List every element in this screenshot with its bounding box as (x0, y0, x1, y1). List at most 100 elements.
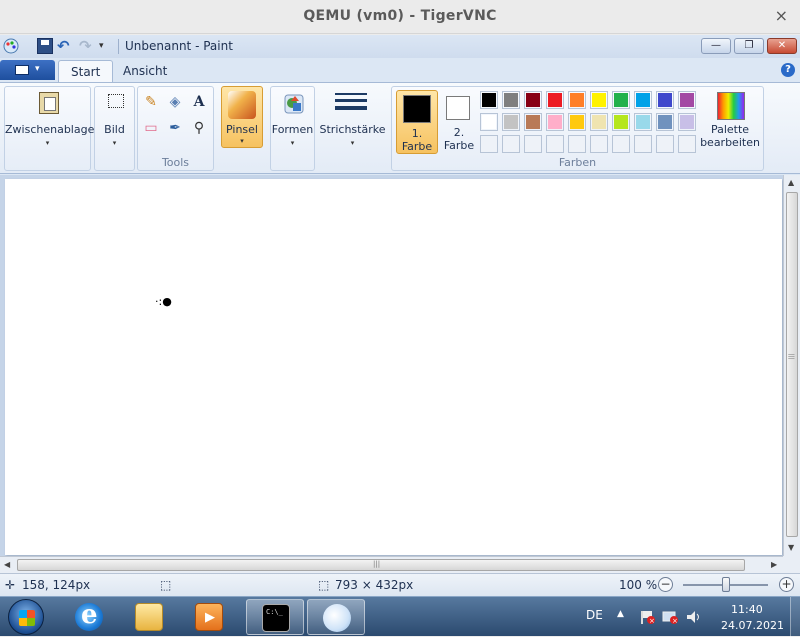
palette-color-swatch[interactable] (634, 113, 652, 131)
scroll-corner (783, 556, 800, 573)
clock-date[interactable]: 24.07.2021 (721, 619, 784, 632)
color-picker-icon[interactable]: ✒ (165, 118, 185, 138)
minimize-button[interactable]: — (701, 38, 731, 54)
color2-button[interactable]: 2. Farbe (438, 90, 480, 154)
clock-time[interactable]: 11:40 (731, 603, 763, 616)
palette-empty-slot[interactable] (678, 135, 696, 153)
restore-button[interactable]: ❐ (734, 38, 764, 54)
vnc-close-button[interactable]: × (775, 6, 788, 25)
taskbar-internet-explorer[interactable] (60, 599, 118, 635)
palette-color-swatch[interactable] (480, 113, 498, 131)
zoom-slider-thumb[interactable] (722, 577, 730, 592)
palette-empty-slot[interactable] (546, 135, 564, 153)
palette-color-swatch[interactable] (590, 113, 608, 131)
edit-palette-label-line2: bearbeiten (700, 136, 760, 149)
qat-customize-icon[interactable]: ▾ (99, 38, 115, 54)
palette-empty-slot[interactable] (480, 135, 498, 153)
pencil-icon[interactable]: ✎ (141, 92, 161, 112)
network-icon[interactable]: × (662, 609, 678, 625)
volume-icon[interactable] (686, 609, 702, 623)
show-desktop-button[interactable] (790, 597, 800, 637)
clipboard-icon (39, 92, 59, 114)
palette-color-swatch[interactable] (546, 91, 564, 109)
edit-colors-icon (717, 92, 745, 120)
palette-color-swatch[interactable] (634, 91, 652, 109)
horizontal-scrollbar[interactable]: ◀ ||| ▶ (0, 556, 783, 573)
palette-empty-slot[interactable] (568, 135, 586, 153)
palette-color-swatch[interactable] (480, 91, 498, 109)
taskbar-explorer[interactable] (120, 599, 178, 635)
chevron-down-icon: ▾ (112, 139, 117, 147)
scroll-down-icon[interactable]: ▼ (788, 543, 794, 552)
paint-app-icon[interactable] (3, 38, 19, 54)
vnc-title-bar: QEMU (vm0) - TigerVNC × (0, 0, 800, 34)
action-center-flag-icon[interactable]: × (639, 609, 655, 625)
magnifier-icon[interactable]: ⚲ (189, 118, 209, 138)
edit-palette-label-line1: Palette (710, 123, 750, 136)
drawing-canvas[interactable]: ·:● (5, 179, 782, 555)
horizontal-scroll-thumb[interactable]: ||| (17, 559, 745, 571)
brush-label: Pinsel (226, 123, 258, 136)
palette-empty-slot[interactable] (612, 135, 630, 153)
stroke-width-button[interactable]: Strichstärke ▾ (317, 86, 388, 171)
clipboard-group[interactable]: Zwischenablage ▾ (4, 86, 94, 171)
palette-empty-slot[interactable] (656, 135, 674, 153)
redo-icon[interactable]: ↷ (79, 38, 95, 54)
vertical-scroll-thumb[interactable]: ||| (786, 192, 798, 537)
text-icon[interactable]: A (189, 92, 209, 112)
zoom-out-button[interactable]: − (658, 577, 673, 592)
help-icon[interactable]: ? (781, 63, 795, 77)
palette-empty-slot[interactable] (502, 135, 520, 153)
shapes-group[interactable]: Formen ▾ (270, 86, 315, 171)
color1-button[interactable]: 1. Farbe (396, 90, 438, 154)
palette-color-swatch[interactable] (524, 91, 542, 109)
palette-color-swatch[interactable] (524, 113, 542, 131)
palette-color-swatch[interactable] (502, 113, 520, 131)
fill-icon[interactable]: ◈ (165, 92, 185, 112)
brush-button[interactable]: Pinsel ▾ (221, 86, 263, 148)
scroll-up-icon[interactable]: ▲ (788, 178, 794, 187)
palette-color-swatch[interactable] (612, 91, 630, 109)
palette-color-swatch[interactable] (568, 113, 586, 131)
close-button[interactable]: ✕ (767, 38, 797, 54)
taskbar-command-prompt[interactable] (246, 599, 304, 635)
palette-color-swatch[interactable] (678, 91, 696, 109)
ribbon-tabs: ▾ Start Ansicht ? (0, 58, 800, 83)
canvas-size-icon: ⬚ (318, 578, 330, 592)
palette-color-swatch[interactable] (612, 113, 630, 131)
palette-color-swatch[interactable] (656, 91, 674, 109)
palette-empty-slot[interactable] (524, 135, 542, 153)
undo-icon[interactable]: ↶ (57, 38, 73, 54)
zoom-in-button[interactable]: + (779, 577, 794, 592)
selection-size-icon: ⬚ (160, 578, 172, 592)
palette-color-swatch[interactable] (546, 113, 564, 131)
taskbar-paint[interactable] (307, 599, 365, 635)
palette-color-swatch[interactable] (678, 113, 696, 131)
command-prompt-icon (262, 604, 290, 632)
scroll-right-icon[interactable]: ▶ (771, 560, 777, 569)
palette-color-swatch[interactable] (590, 91, 608, 109)
palette-color-swatch[interactable] (656, 113, 674, 131)
tab-start[interactable]: Start (58, 60, 114, 83)
canvas-size: 793 × 432px (335, 578, 414, 592)
palette-color-swatch[interactable] (502, 91, 520, 109)
palette-empty-slot[interactable] (634, 135, 652, 153)
palette-color-swatch[interactable] (568, 91, 586, 109)
show-hidden-icons-icon[interactable]: ▲ (617, 609, 624, 619)
image-group[interactable]: Bild ▾ (94, 86, 135, 171)
color1-label-line2: Farbe (401, 140, 433, 153)
file-menu-button[interactable]: ▾ (0, 60, 55, 80)
tab-ansicht[interactable]: Ansicht (111, 60, 179, 82)
chevron-down-icon: ▾ (45, 139, 50, 147)
grip-icon: ||| (787, 353, 795, 360)
vertical-scrollbar[interactable]: ▲ ||| ▼ (783, 175, 800, 556)
internet-explorer-icon (75, 600, 103, 631)
eraser-icon[interactable]: ▭ (141, 118, 161, 138)
start-button[interactable] (8, 599, 44, 635)
language-indicator[interactable]: DE (586, 608, 603, 622)
save-icon[interactable] (37, 38, 53, 54)
edit-palette-button[interactable]: Palette bearbeiten (698, 86, 762, 171)
palette-empty-slot[interactable] (590, 135, 608, 153)
scroll-left-icon[interactable]: ◀ (4, 560, 10, 569)
taskbar-media-player[interactable] (180, 599, 238, 635)
